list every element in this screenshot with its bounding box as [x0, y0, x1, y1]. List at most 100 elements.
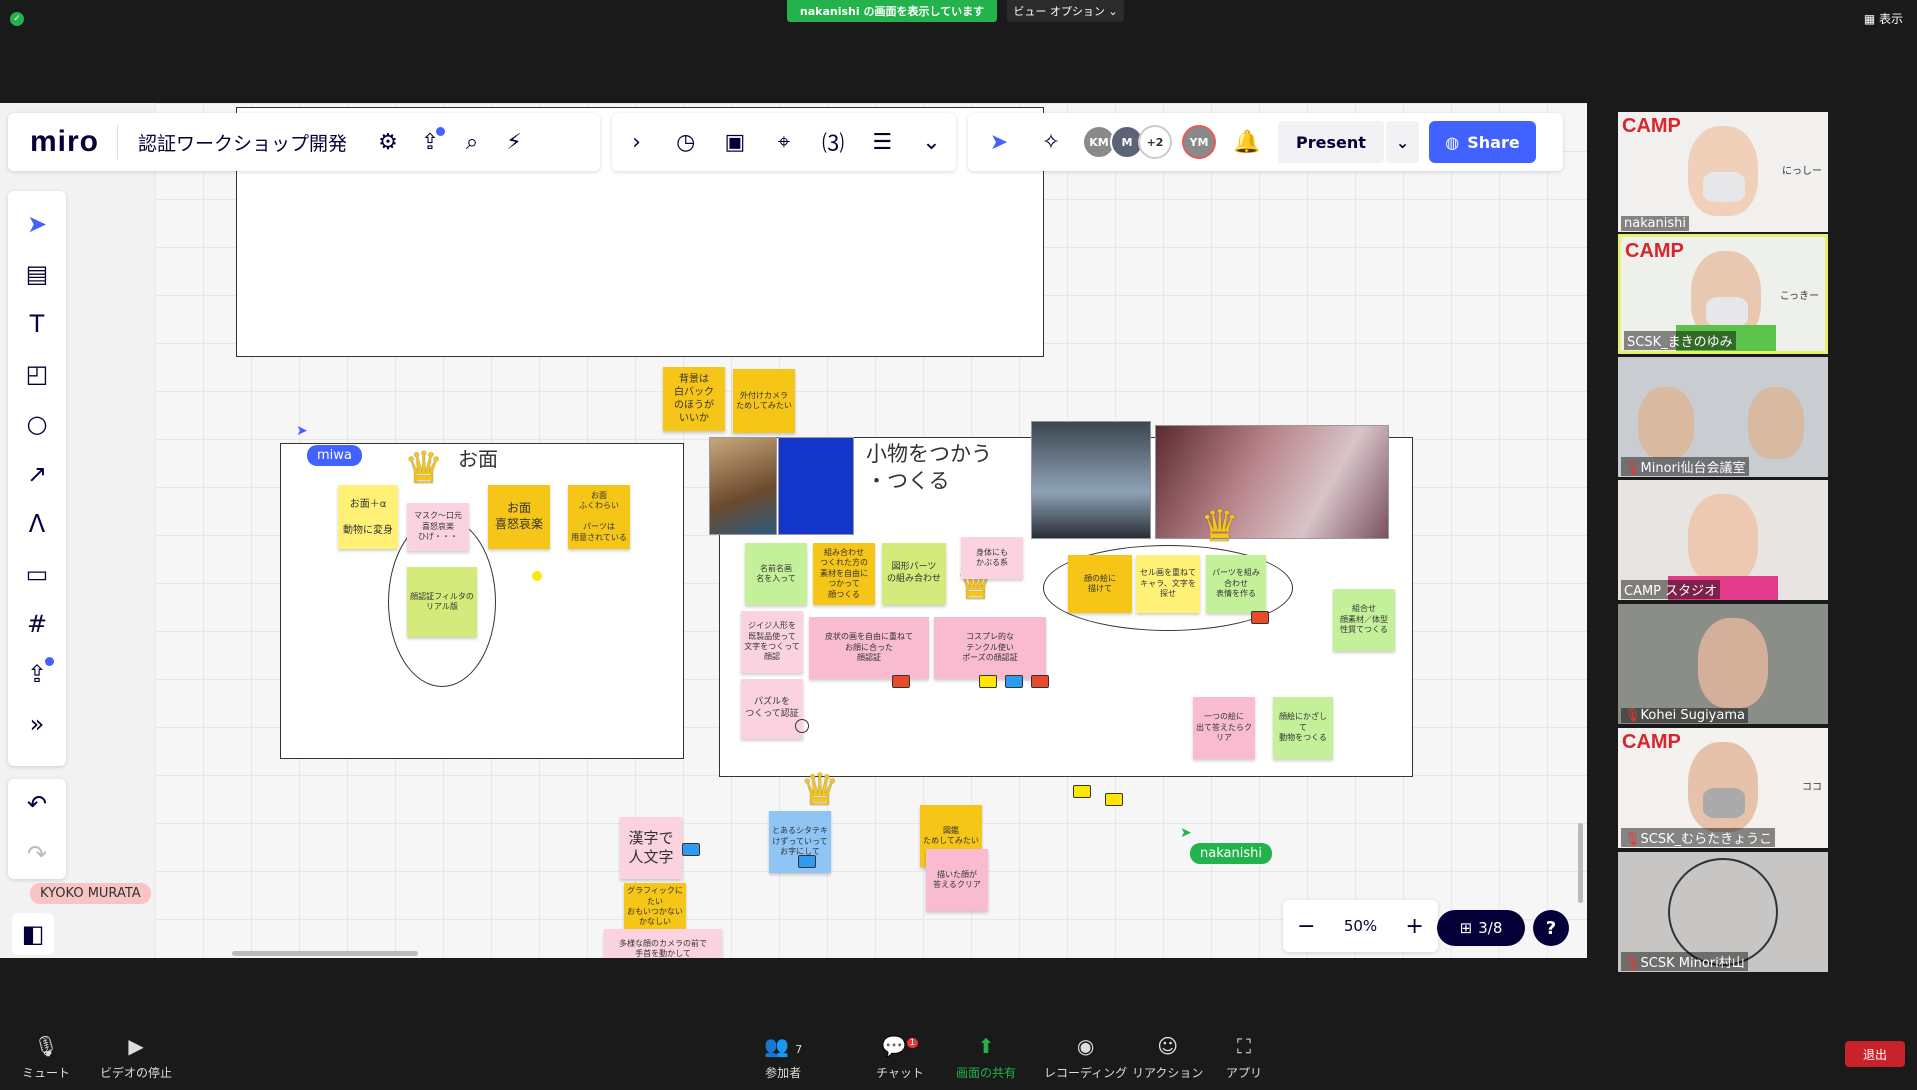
- plugin-icon[interactable]: ⚡: [493, 121, 535, 163]
- participant-tile[interactable]: CAMP スタジオ: [1618, 480, 1828, 600]
- sticky-note[interactable]: 一つの絵に 出て答えたらクリア: [1193, 697, 1255, 759]
- board-name[interactable]: 認証ワークショップ開発: [117, 125, 367, 159]
- participant-tile-active[interactable]: CAMP こっきー SCSK_まきのゆみ: [1618, 234, 1828, 354]
- chevron-down-icon[interactable]: ⌄: [1385, 121, 1420, 163]
- sticky-note[interactable]: セル画を重ねて キャラ、文字を 探せ: [1136, 555, 1200, 613]
- miro-logo[interactable]: miro: [8, 125, 117, 159]
- vote-icon[interactable]: ▣: [714, 121, 756, 163]
- avatar-more[interactable]: +2: [1138, 125, 1172, 159]
- image-painting[interactable]: [709, 437, 777, 535]
- chevron-down-icon[interactable]: ⌄: [910, 121, 952, 163]
- bell-icon[interactable]: 🔔: [1226, 121, 1268, 163]
- image-matisse[interactable]: [778, 437, 854, 535]
- focus-icon[interactable]: ⌖: [763, 121, 805, 163]
- sticky-note[interactable]: 皮状の画を自由に重ねて お顔に合った 顔認証: [809, 617, 929, 679]
- participant-tile[interactable]: CAMP ココ 🎙SCSK_むらたきょうこ: [1618, 728, 1828, 848]
- leave-button[interactable]: 退出: [1845, 1041, 1905, 1067]
- zoom-controls: − 50% +: [1283, 900, 1438, 952]
- share-button[interactable]: ◍ Share: [1429, 121, 1536, 163]
- reaction-button[interactable]: ☺ リアクション: [1132, 1034, 1203, 1081]
- sticky-note[interactable]: お面＋α 動物に変身: [338, 485, 398, 549]
- shield-icon[interactable]: ✓: [10, 12, 24, 26]
- sticky-note[interactable]: 図形パーツ の組み合わせ: [882, 543, 946, 605]
- comment-icon[interactable]: ▭: [16, 553, 58, 595]
- participant-tile[interactable]: CAMP にっしー nakanishi: [1618, 112, 1828, 232]
- present-button[interactable]: Present: [1278, 121, 1384, 163]
- reaction-label: リアクション: [1132, 1066, 1204, 1080]
- share-screen-button[interactable]: ⬆ 画面の共有: [956, 1034, 1016, 1081]
- more-tools-icon[interactable]: »: [16, 703, 58, 745]
- participant-tile[interactable]: 🎙Kohei Sugiyama: [1618, 604, 1828, 724]
- frames-navigator[interactable]: ⊞ 3/8: [1437, 910, 1525, 946]
- text-icon[interactable]: T: [16, 303, 58, 345]
- timer-icon[interactable]: ◷: [665, 121, 707, 163]
- search-icon[interactable]: ⌕: [451, 121, 493, 163]
- image-photo-room[interactable]: [1155, 425, 1389, 539]
- sticky-note[interactable]: 身体にも かぶる系: [961, 537, 1023, 579]
- sticky-note[interactable]: 漢字で 人文字: [620, 817, 682, 879]
- participant-tile[interactable]: 🎙SCSK Minori村山: [1618, 852, 1828, 972]
- zoom-in-icon[interactable]: +: [1405, 914, 1423, 939]
- sticky-note[interactable]: 描いた顔が 答えるクリア: [926, 849, 988, 911]
- line-icon[interactable]: ↗: [16, 453, 58, 495]
- shape-icon[interactable]: ○: [16, 403, 58, 445]
- undo-icon[interactable]: ↶: [16, 783, 58, 825]
- sticky-note[interactable]: 顔絵にかざして 動物をつくる: [1273, 697, 1333, 759]
- sidebar-toggle-icon[interactable]: ◧: [12, 913, 54, 955]
- redo-icon[interactable]: ↷: [16, 833, 58, 875]
- record-button[interactable]: ◉ レコーディング: [1044, 1034, 1127, 1081]
- people-icon: 👥 7: [764, 1034, 803, 1058]
- help-button[interactable]: ?: [1533, 910, 1569, 946]
- sticky-note[interactable]: 顔認証フィルタの リアル版: [407, 567, 477, 637]
- sticky-note[interactable]: 組合せ 顔素材／体型 性質てつくる: [1333, 589, 1395, 651]
- sticky-note[interactable]: 多様な顔のカメラの前で 手首を動かして: [604, 929, 722, 958]
- sticky-note[interactable]: 名前名画 名を入って: [745, 543, 807, 605]
- sticky-note[interactable]: 顔の絵に 描けて: [1068, 555, 1132, 613]
- settings-icon[interactable]: ⚙: [367, 121, 409, 163]
- circle-shape[interactable]: [795, 719, 809, 733]
- upload-icon[interactable]: ⇪: [16, 653, 58, 695]
- view-options-button[interactable]: ビュー オプション ⌄: [1007, 0, 1124, 22]
- zoom-out-icon[interactable]: −: [1297, 914, 1315, 939]
- participants-button[interactable]: 👥 7 参加者: [764, 1034, 802, 1081]
- page-indicator: 3/8: [1478, 919, 1503, 937]
- participant-video: [1748, 387, 1804, 459]
- counter-icon[interactable]: ⑶: [812, 121, 854, 163]
- participant-tile[interactable]: 🎙Minori仙台会議室: [1618, 357, 1828, 477]
- sticky-note[interactable]: お面 喜怒哀楽: [488, 485, 550, 549]
- sticky-note[interactable]: ジイジ人形を 既製品使って 文字をつくって顔認: [741, 611, 803, 673]
- sticky-note[interactable]: グラフィックにたい おもいつかない かなしい: [624, 883, 686, 931]
- cursor-follow-icon[interactable]: ➤: [978, 121, 1020, 163]
- camp-logo: CAMP: [1622, 115, 1681, 137]
- horizontal-scrollbar[interactable]: [232, 951, 418, 956]
- vertical-scrollbar[interactable]: [1578, 823, 1583, 903]
- frame-icon[interactable]: #: [16, 603, 58, 645]
- export-icon[interactable]: ⇪: [409, 121, 451, 163]
- sticky-note[interactable]: パズルを つくって認証: [741, 679, 803, 739]
- chat-button[interactable]: 💬 1 チャット: [876, 1034, 924, 1081]
- apps-button[interactable]: ⛶ アプリ: [1226, 1034, 1262, 1081]
- mute-button[interactable]: 🎙 ミュート: [22, 1034, 70, 1081]
- avatar-stack[interactable]: KM M +2: [1082, 125, 1172, 159]
- pen-icon[interactable]: ᐱ: [16, 503, 58, 545]
- sticky-note[interactable]: 組み合わせ つくれた方の 素材を自由に つかって 顔つくる: [813, 543, 875, 605]
- image-photo-boat[interactable]: [1031, 421, 1151, 539]
- templates-icon[interactable]: ▤: [16, 253, 58, 295]
- display-label: 表示: [1878, 12, 1903, 26]
- sticky-note-icon[interactable]: ◰: [16, 353, 58, 395]
- display-button[interactable]: ▦ 表示: [1864, 10, 1903, 27]
- sticky-note[interactable]: お面 ふくわらい パーツは 用意されている: [568, 485, 630, 549]
- sticky-note[interactable]: マスク～口元 喜怒哀楽 ひげ・・・: [407, 503, 469, 551]
- notes-icon[interactable]: ☰: [861, 121, 903, 163]
- avatar[interactable]: YM: [1182, 125, 1216, 159]
- select-icon[interactable]: ➤: [16, 203, 58, 245]
- sticky-note[interactable]: 背景は 白バック のほうが いいか: [663, 367, 725, 431]
- zoom-level[interactable]: 50%: [1344, 917, 1377, 935]
- sticky-note[interactable]: パーツを組み合わせ 表情を作る: [1206, 555, 1266, 613]
- miro-board[interactable]: お面 ♛ お面＋α 動物に変身 マスク～口元 喜怒哀楽 ひげ・・・ お面 喜怒哀…: [0, 103, 1587, 958]
- sticky-note[interactable]: 外付けカメラ ためしてみたい: [733, 369, 795, 433]
- celebrate-icon[interactable]: ✧: [1030, 121, 1072, 163]
- video-button[interactable]: ▶ ビデオの停止: [100, 1034, 172, 1081]
- chevron-right-icon[interactable]: ›: [616, 121, 658, 163]
- sticky-note[interactable]: コスプレ的な テンクル使い ポーズの顔認証: [934, 617, 1046, 679]
